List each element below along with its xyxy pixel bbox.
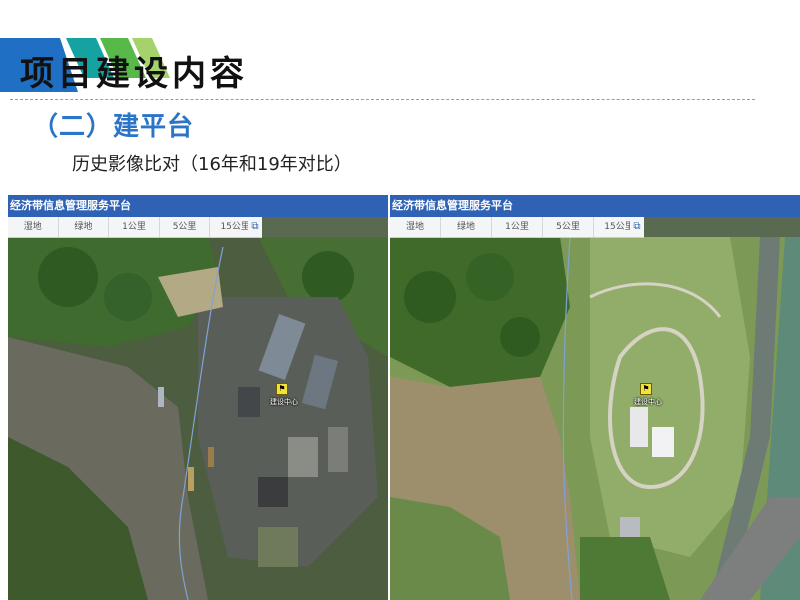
tab-greenland[interactable]: 绿地 (59, 217, 110, 237)
map-layer-tabs: 湿地 绿地 1公里 5公里 15公里 (8, 217, 260, 238)
slide-subtitle: 历史影像比对（16年和19年对比） (72, 154, 352, 175)
tab-5km[interactable]: 5公里 (543, 217, 594, 237)
satellite-map-2019[interactable] (390, 237, 800, 600)
marker-label: 建设中心 (270, 398, 298, 406)
tab-1km[interactable]: 1公里 (109, 217, 160, 237)
section-title: （二）建平台 (32, 112, 195, 142)
satellite-map-2016[interactable] (8, 237, 388, 600)
slide-title: 项目建设内容 (20, 54, 248, 94)
marker-label: 建设中心 (634, 398, 662, 406)
tab-5km[interactable]: 5公里 (160, 217, 211, 237)
layers-icon[interactable]: ⧉ (630, 217, 644, 238)
location-marker[interactable]: ⚑ (276, 383, 288, 395)
map-layer-tabs: 湿地 绿地 1公里 5公里 15公里 (390, 217, 644, 238)
platform-header: 经济带信息管理服务平台 (8, 195, 388, 217)
tab-1km[interactable]: 1公里 (492, 217, 543, 237)
tab-greenland[interactable]: 绿地 (441, 217, 492, 237)
platform-header: 经济带信息管理服务平台 (390, 195, 800, 217)
location-marker[interactable]: ⚑ (640, 383, 652, 395)
map-panel-2019[interactable]: 经济带信息管理服务平台 湿地 绿地 1公里 5公里 15公里 ⧉ ⚑ 建设中心 (390, 195, 800, 600)
tab-wetland[interactable]: 湿地 (390, 217, 441, 237)
layers-icon[interactable]: ⧉ (248, 217, 262, 238)
tab-wetland[interactable]: 湿地 (8, 217, 59, 237)
title-divider (10, 99, 755, 100)
map-panel-2016[interactable]: 经济带信息管理服务平台 湿地 绿地 1公里 5公里 15公里 ⧉ ⚑ 建设中心 (8, 195, 388, 600)
